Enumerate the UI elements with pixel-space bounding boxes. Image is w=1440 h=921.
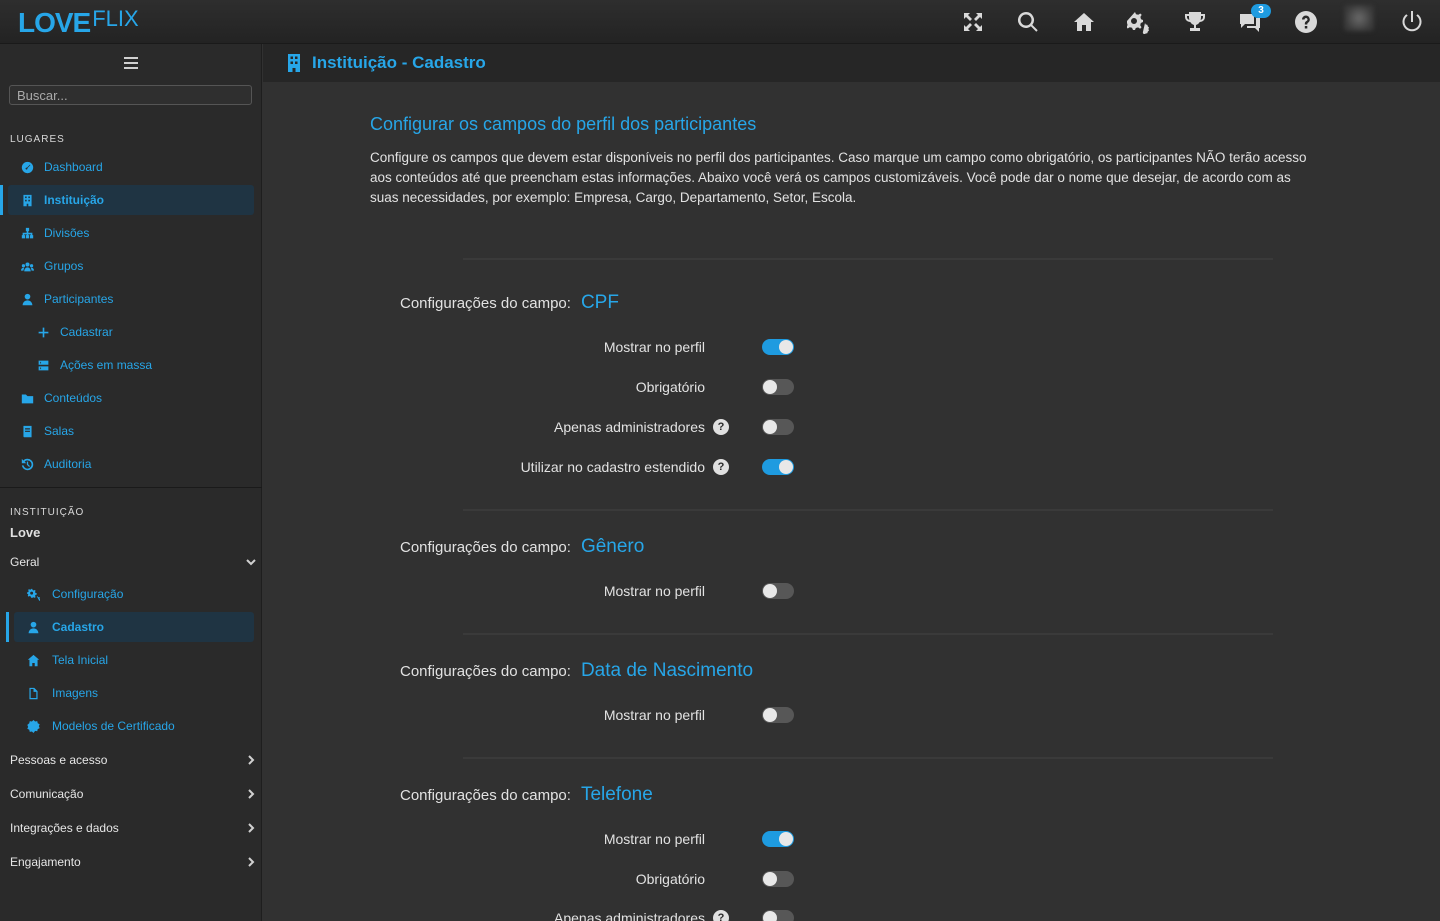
page-title: Instituição - Cadastro xyxy=(312,53,486,72)
book-icon xyxy=(20,424,34,438)
sitemap-icon xyxy=(20,226,34,240)
sidebar-item-acoes-em-massa[interactable]: Ações em massa xyxy=(8,350,254,380)
sidebar: LUGARES Dashboard Instituição Divisões G… xyxy=(0,44,262,921)
user-icon xyxy=(26,620,40,634)
sidebar-item-imagens[interactable]: Imagens xyxy=(14,678,254,708)
sidebar-item-tela-inicial[interactable]: Tela Inicial xyxy=(14,645,254,675)
search-icon[interactable] xyxy=(1015,9,1041,35)
fullscreen-icon[interactable] xyxy=(960,9,986,35)
option-row: Mostrar no perfil xyxy=(400,705,800,725)
sidebar-item-grupos[interactable]: Grupos xyxy=(8,251,254,281)
sidebar-item-instituicao[interactable]: Instituição xyxy=(0,185,254,215)
cogs-icon xyxy=(26,587,40,601)
toggle-telefone-apenas-administradores[interactable] xyxy=(762,910,794,921)
main-content: Configurar os campos do perfil dos parti… xyxy=(263,82,1440,921)
tasks-icon xyxy=(36,358,50,372)
toggle-nascimento-mostrar-no-perfil[interactable] xyxy=(762,707,794,723)
chevron-right-icon xyxy=(248,857,255,867)
field-title-telefone: Configurações do campo: Telefone xyxy=(400,784,653,805)
toggle-cpf-mostrar-no-perfil[interactable] xyxy=(762,339,794,355)
dashboard-icon xyxy=(20,160,34,174)
building-icon xyxy=(288,54,300,72)
chat-icon[interactable]: 3 xyxy=(1237,4,1271,35)
toggle-telefone-mostrar-no-perfil[interactable] xyxy=(762,831,794,847)
building-icon xyxy=(20,193,34,207)
menu-toggle-icon[interactable] xyxy=(124,57,138,69)
sidebar-divider xyxy=(0,487,262,488)
sidebar-item-modelos-de-certificado[interactable]: Modelos de Certificado xyxy=(14,711,254,741)
plus-icon xyxy=(36,325,50,339)
settings-icon[interactable] xyxy=(1126,9,1152,35)
users-icon xyxy=(20,259,34,273)
sidebar-group-comunicacao[interactable]: Comunicação xyxy=(10,784,256,804)
sidebar-item-salas[interactable]: Salas xyxy=(8,416,254,446)
toggle-cpf-cadastro-estendido[interactable] xyxy=(762,459,794,475)
sidebar-item-divisoes[interactable]: Divisões xyxy=(8,218,254,248)
toggle-cpf-apenas-administradores[interactable] xyxy=(762,419,794,435)
trophy-icon[interactable] xyxy=(1182,9,1208,35)
sidebar-item-dashboard[interactable]: Dashboard xyxy=(8,152,254,182)
home-icon xyxy=(26,653,40,667)
section-divider xyxy=(463,509,1273,511)
history-icon xyxy=(20,457,34,471)
field-title-data-de-nascimento: Configurações do campo: Data de Nascimen… xyxy=(400,660,754,681)
toggle-cpf-obrigatorio[interactable] xyxy=(762,379,794,395)
help-icon[interactable]: ? xyxy=(713,459,729,475)
option-row: Apenas administradores ? xyxy=(400,417,800,437)
option-row: Mostrar no perfil xyxy=(400,337,800,357)
section-description: Configure os campos que devem estar disp… xyxy=(370,150,1307,205)
option-row: Obrigatório xyxy=(400,869,800,889)
chevron-right-icon xyxy=(248,755,255,765)
top-bar: LOVE FLIX 3 xyxy=(0,0,1440,44)
chevron-right-icon xyxy=(248,823,255,833)
section-divider xyxy=(463,258,1273,260)
sidebar-item-auditoria[interactable]: Auditoria xyxy=(8,449,254,479)
sidebar-item-cadastro[interactable]: Cadastro xyxy=(6,612,254,642)
sidebar-group-engajamento[interactable]: Engajamento xyxy=(10,852,256,872)
certificate-icon xyxy=(26,719,40,733)
chevron-down-icon xyxy=(246,559,256,566)
sidebar-group-integracoes-e-dados[interactable]: Integrações e dados xyxy=(10,818,256,838)
folder-icon xyxy=(20,391,34,405)
section-divider xyxy=(463,633,1273,635)
toggle-telefone-obrigatorio[interactable] xyxy=(762,871,794,887)
option-row: Utilizar no cadastro estendido ? xyxy=(400,457,800,477)
sidebar-group-geral[interactable]: Geral xyxy=(10,552,256,572)
section-divider xyxy=(463,757,1273,759)
option-row: Mostrar no perfil xyxy=(400,581,800,601)
sidebar-item-conteudos[interactable]: Conteúdos xyxy=(8,383,254,413)
toggle-genero-mostrar-no-perfil[interactable] xyxy=(762,583,794,599)
chevron-right-icon xyxy=(248,789,255,799)
avatar[interactable] xyxy=(1344,5,1374,31)
file-icon xyxy=(26,686,40,700)
help-icon[interactable]: ? xyxy=(713,419,729,435)
page-header: Instituição - Cadastro xyxy=(263,44,1440,82)
institution-title: INSTITUIÇÃO xyxy=(10,507,85,518)
sidebar-item-participantes[interactable]: Participantes xyxy=(8,284,254,314)
sidebar-item-cadastrar[interactable]: Cadastrar xyxy=(8,317,254,347)
institution-name: Love xyxy=(10,525,41,540)
option-row: Apenas administradores ? xyxy=(400,908,800,921)
chat-badge: 3 xyxy=(1251,4,1271,18)
section-heading: Configurar os campos do perfil dos parti… xyxy=(370,114,757,134)
sidebar-group-pessoas-e-acesso[interactable]: Pessoas e acesso xyxy=(10,750,256,770)
app-logo[interactable]: LOVE FLIX xyxy=(18,6,139,38)
sidebar-search-input[interactable] xyxy=(9,85,252,105)
user-icon xyxy=(20,292,34,306)
option-row: Mostrar no perfil xyxy=(400,829,800,849)
places-title: LUGARES xyxy=(10,134,65,145)
help-icon[interactable]: ? xyxy=(713,910,729,921)
field-title-genero: Configurações do campo: Gênero xyxy=(400,536,645,557)
sidebar-item-configuracao[interactable]: Configuração xyxy=(14,579,254,609)
power-icon[interactable] xyxy=(1399,9,1425,35)
help-icon[interactable] xyxy=(1293,9,1319,35)
option-row: Obrigatório xyxy=(400,377,800,397)
home-icon[interactable] xyxy=(1071,9,1097,35)
field-title-cpf: Configurações do campo: CPF xyxy=(400,292,619,313)
